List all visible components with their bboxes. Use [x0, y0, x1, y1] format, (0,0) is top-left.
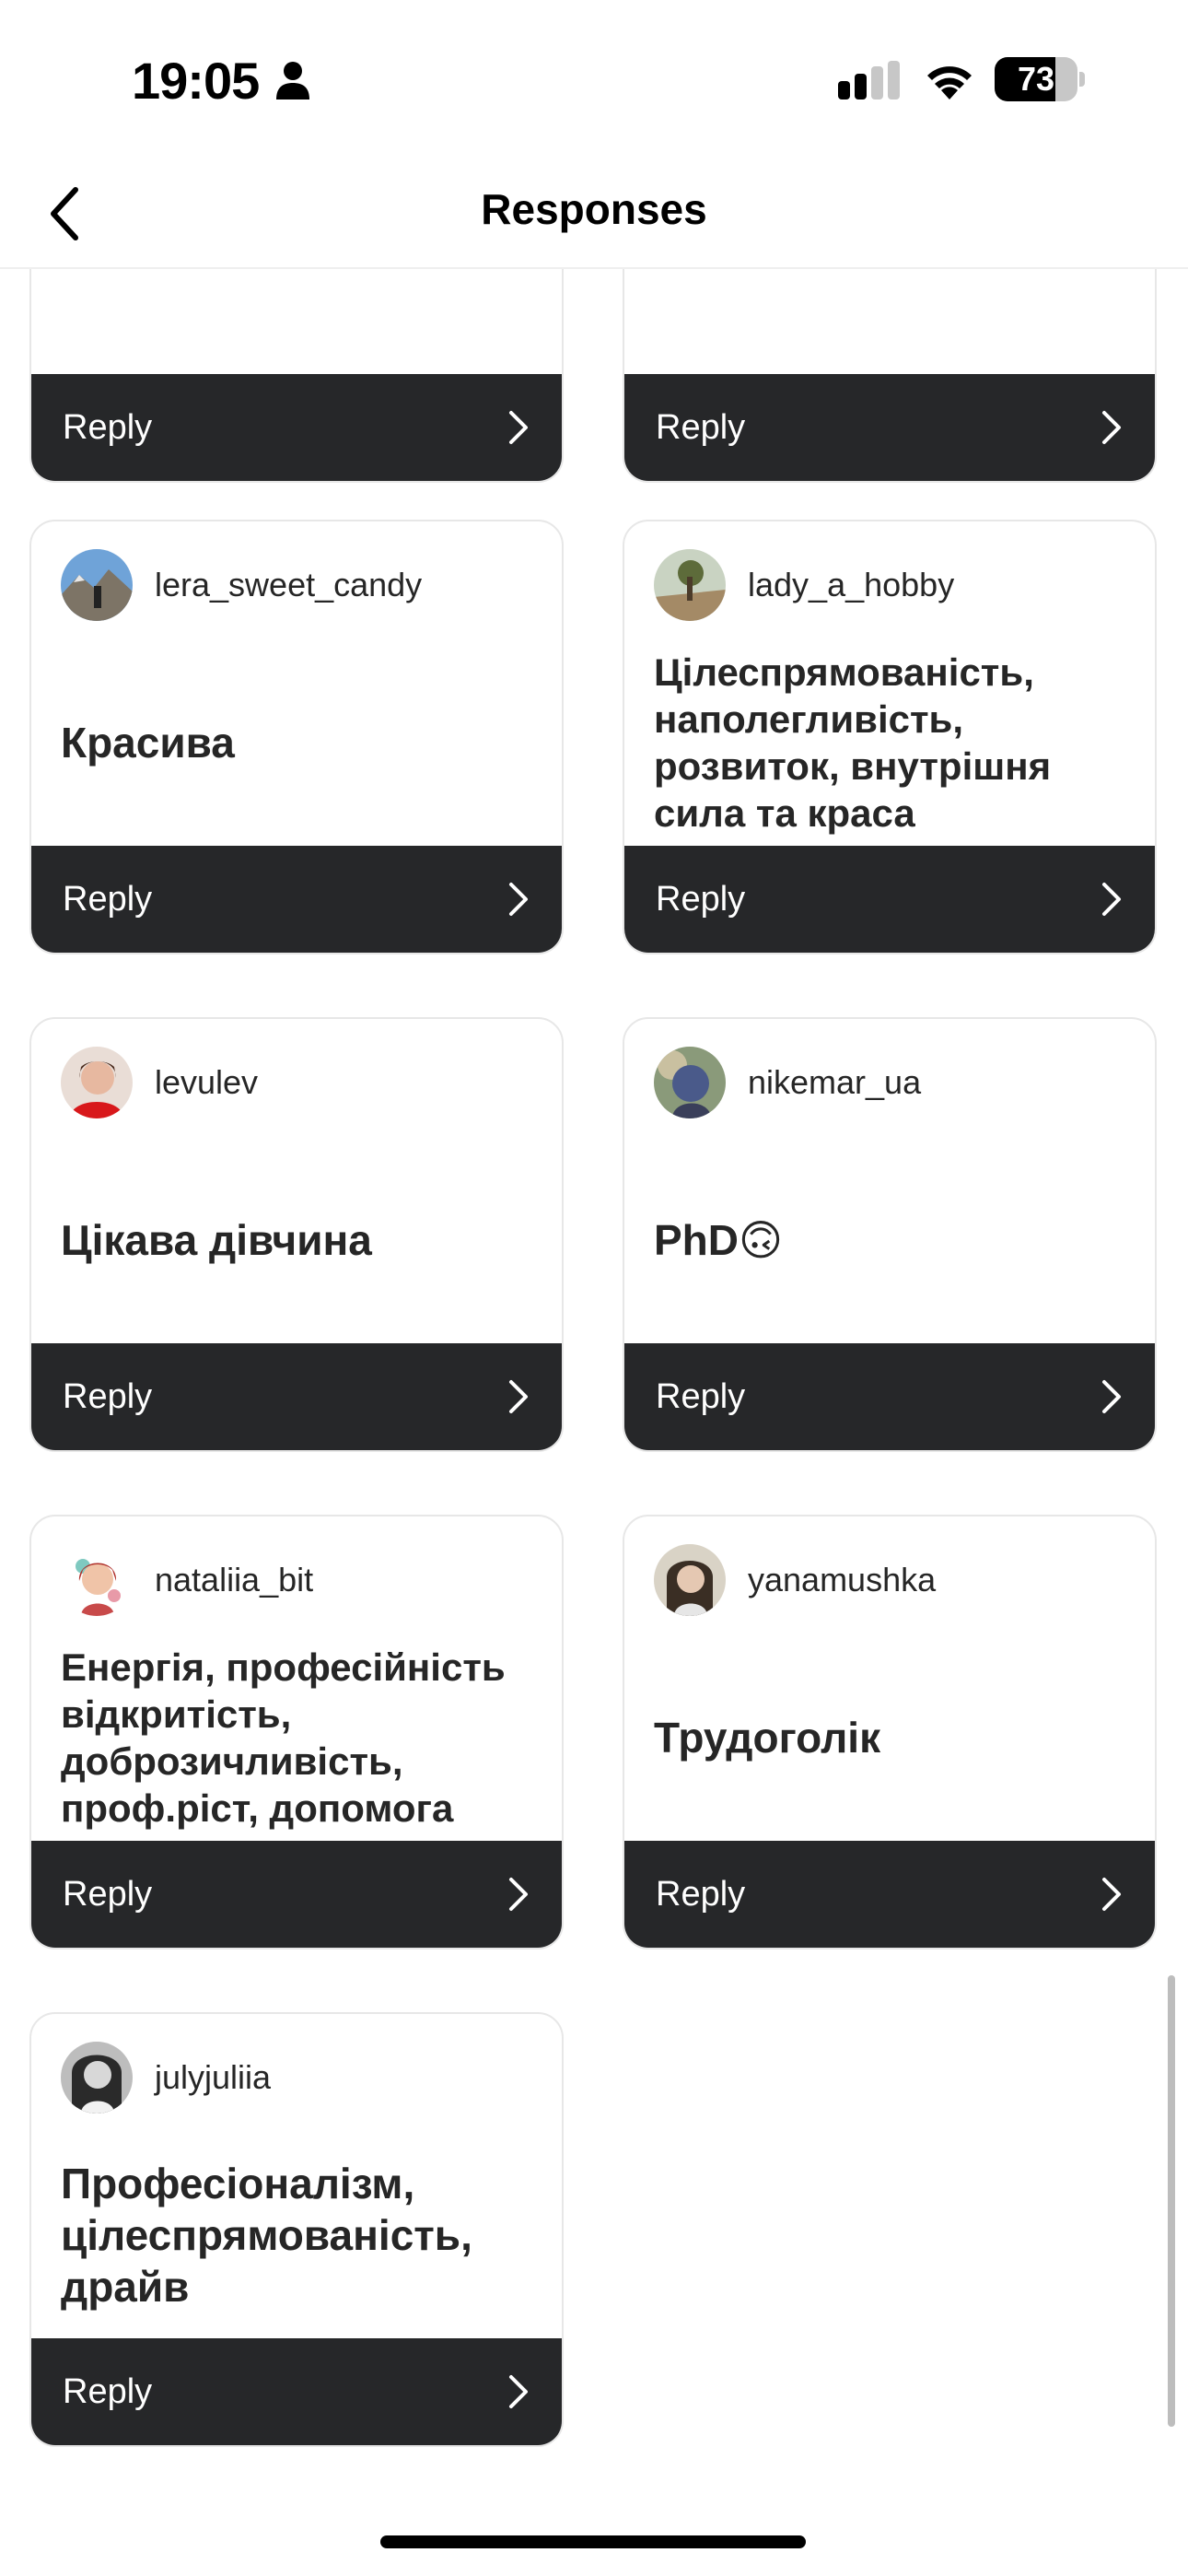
chevron-right-icon: [509, 1878, 528, 1911]
response-card: Reply: [623, 269, 1157, 483]
username: nataliia_bit: [155, 1561, 314, 1598]
username: julyjuliia: [155, 2058, 272, 2096]
reply-button[interactable]: Reply: [31, 1841, 562, 1948]
avatar[interactable]: [654, 1047, 726, 1118]
chevron-right-icon: [509, 2375, 528, 2408]
reply-button[interactable]: Reply: [624, 1841, 1155, 1948]
avatar[interactable]: [61, 1047, 133, 1118]
card-author[interactable]: julyjuliia: [61, 2042, 271, 2113]
wifi-icon: [927, 66, 972, 100]
username: yanamushka: [748, 1561, 937, 1598]
reply-button[interactable]: Reply: [31, 374, 562, 481]
reply-button[interactable]: Reply: [624, 1343, 1155, 1450]
status-time: 19:05: [132, 52, 260, 110]
reply-button[interactable]: Reply: [624, 846, 1155, 953]
card-author[interactable]: lera_sweet_candy: [61, 549, 422, 621]
person-icon: [276, 62, 309, 100]
avatar[interactable]: [654, 1544, 726, 1616]
response-text: Трудоголік: [654, 1713, 881, 1762]
response-text: PhD🙃: [654, 1215, 783, 1264]
response-text: Професіоналізм, цілеспрямованість, драйв: [61, 2159, 472, 2312]
reply-button[interactable]: Reply: [31, 846, 562, 953]
avatar[interactable]: [61, 2042, 133, 2113]
avatar[interactable]: [654, 549, 726, 621]
response-text: Енергія, професійність відкритість, добр…: [61, 1645, 506, 1831]
response-text: Красива: [61, 718, 235, 767]
reply-label: Reply: [63, 879, 153, 919]
username: levulev: [155, 1063, 259, 1101]
reply-label: Reply: [63, 2371, 153, 2411]
response-card: lera_sweet_candy Красива Reply: [29, 520, 564, 954]
chevron-right-icon: [1102, 1878, 1121, 1911]
nav-header: Responses: [0, 157, 1188, 269]
response-card: yanamushka Трудоголік Reply: [623, 1515, 1157, 1950]
response-card: julyjuliia Професіоналізм, цілеспрямован…: [29, 2012, 564, 2447]
avatar[interactable]: [61, 549, 133, 621]
signal-icon: [838, 61, 900, 100]
reply-button[interactable]: Reply: [31, 2338, 562, 2445]
response-card: nataliia_bit Енергія, професійність відк…: [29, 1515, 564, 1950]
chevron-right-icon: [1102, 883, 1121, 916]
card-author[interactable]: lady_a_hobby: [654, 549, 954, 621]
responses-grid: Reply Reply lera_sweet_candy Красива Rep…: [0, 269, 1188, 2499]
chevron-right-icon: [509, 411, 528, 444]
scroll-indicator[interactable]: [1168, 1975, 1175, 2427]
reply-button[interactable]: Reply: [31, 1343, 562, 1450]
page-title: Responses: [481, 185, 707, 233]
chevron-right-icon: [509, 883, 528, 916]
username: lera_sweet_candy: [155, 566, 423, 603]
battery-indicator: 73: [995, 57, 1085, 101]
reply-label: Reply: [63, 1874, 153, 1914]
response-card: nikemar_ua PhD🙃 Reply: [623, 1017, 1157, 1452]
chevron-right-icon: [1102, 411, 1121, 444]
chevron-right-icon: [1102, 1380, 1121, 1413]
response-card: lady_a_hobby Цілеспрямованість, наполегл…: [623, 520, 1157, 954]
avatar[interactable]: [61, 1544, 133, 1616]
card-author[interactable]: nataliia_bit: [61, 1544, 313, 1616]
response-card: Reply: [29, 269, 564, 483]
card-author[interactable]: nikemar_ua: [654, 1047, 921, 1118]
reply-label: Reply: [656, 407, 746, 447]
response-text: Цілеспрямованість, наполегливість, розви…: [654, 650, 1052, 836]
battery-percent: 73: [1017, 60, 1055, 98]
chevron-right-icon: [509, 1380, 528, 1413]
status-bar: 19:05 73: [0, 0, 1188, 157]
reply-label: Reply: [63, 1376, 153, 1416]
username: nikemar_ua: [748, 1063, 922, 1101]
response-card: levulev Цікава дівчина Reply: [29, 1017, 564, 1452]
response-text: Цікава дівчина: [61, 1215, 372, 1264]
reply-label: Reply: [656, 1874, 746, 1914]
card-author[interactable]: levulev: [61, 1047, 258, 1118]
reply-label: Reply: [656, 879, 746, 919]
reply-label: Reply: [656, 1376, 746, 1416]
card-author[interactable]: yanamushka: [654, 1544, 936, 1616]
username: lady_a_hobby: [748, 566, 955, 603]
reply-button[interactable]: Reply: [624, 374, 1155, 481]
reply-label: Reply: [63, 407, 153, 447]
home-indicator[interactable]: [380, 2535, 806, 2548]
